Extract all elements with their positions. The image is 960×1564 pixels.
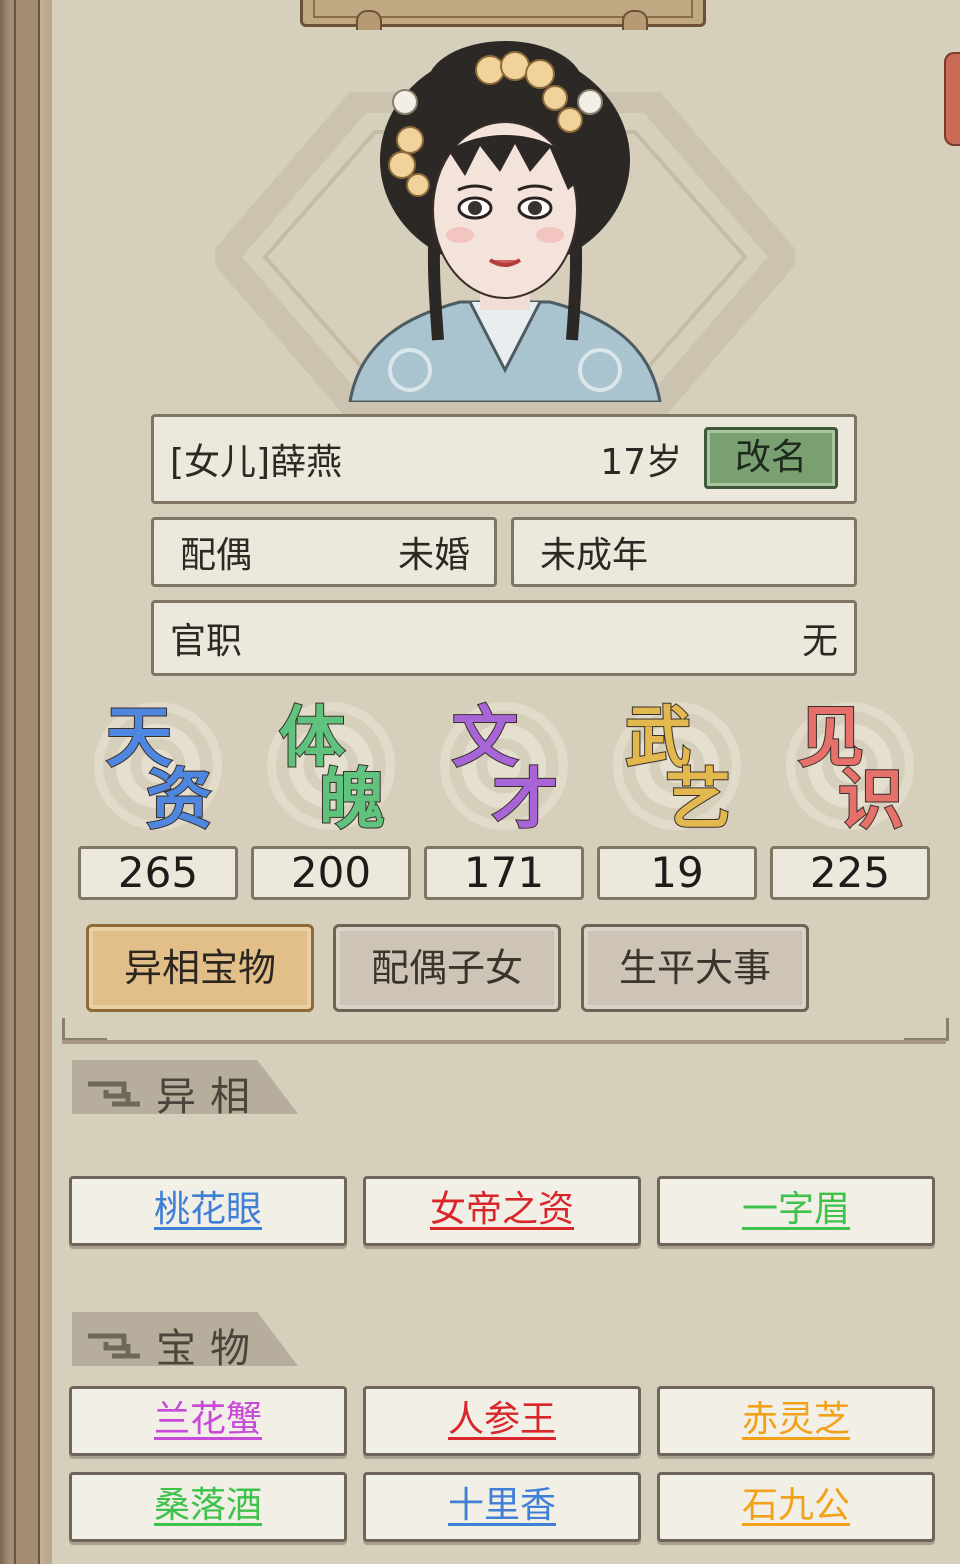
trait-chip[interactable]: 一字眉	[657, 1176, 935, 1246]
stat-physique: 体 魄 200	[251, 700, 411, 900]
stat-value: 200	[251, 846, 411, 900]
left-frame-border	[0, 0, 52, 1564]
spouse-label: 配偶	[180, 535, 253, 576]
divider-corner-right	[904, 1018, 949, 1041]
stat-value: 171	[424, 846, 584, 900]
stat-glyph: 才	[491, 760, 559, 838]
character-name: [女儿]薛燕	[170, 442, 343, 483]
age-status: 未成年	[540, 535, 649, 576]
treasure-chip[interactable]: 兰花蟹	[69, 1386, 347, 1456]
stat-value: 225	[770, 846, 930, 900]
stat-value: 19	[597, 846, 757, 900]
divider-corner-left	[62, 1018, 107, 1041]
stat-value: 265	[78, 846, 238, 900]
office-bar: 官职 无	[151, 600, 857, 676]
fret-pattern-icon	[88, 1333, 140, 1359]
trait-chip[interactable]: 桃花眼	[69, 1176, 347, 1246]
stat-glyph: 识	[837, 760, 905, 838]
treasure-chip[interactable]: 十里香	[363, 1472, 641, 1542]
age-status-bar: 未成年	[511, 517, 857, 587]
stat-literary: 文 才 171	[424, 700, 584, 900]
stat-talent: 天 资 265	[78, 700, 238, 900]
stat-glyph: 资	[145, 760, 213, 838]
character-age: 17岁	[600, 442, 682, 483]
top-knob-left	[356, 10, 382, 30]
tab-life-events[interactable]: 生平大事	[581, 924, 809, 1012]
stat-martial: 武 艺 19	[597, 700, 757, 900]
spouse-bar: 配偶 未婚	[151, 517, 497, 587]
treasure-chip[interactable]: 人参王	[363, 1386, 641, 1456]
fret-pattern-icon	[88, 1081, 140, 1107]
treasure-chip[interactable]: 赤灵芝	[657, 1386, 935, 1456]
tab-traits-treasures[interactable]: 异相宝物	[86, 924, 314, 1012]
stat-glyph: 魄	[318, 760, 386, 838]
trait-chip[interactable]: 女帝之资	[363, 1176, 641, 1246]
office-value: 无	[801, 621, 838, 662]
name-bar: [女儿]薛燕 17岁 改名	[151, 414, 857, 504]
stat-knowledge: 见 识 225	[770, 700, 930, 900]
tab-spouse-children[interactable]: 配偶子女	[333, 924, 561, 1012]
office-label: 官职	[170, 621, 243, 662]
stat-glyph: 艺	[664, 760, 732, 838]
rename-button[interactable]: 改名	[704, 427, 838, 489]
section-divider	[62, 1040, 946, 1044]
treasure-chip[interactable]: 桑落酒	[69, 1472, 347, 1542]
top-knob-right	[622, 10, 648, 30]
spouse-value: 未婚	[397, 535, 470, 576]
treasure-chip[interactable]: 石九公	[657, 1472, 935, 1542]
side-tab-handle[interactable]	[944, 52, 960, 146]
traits-section-title: 异相	[156, 1074, 264, 1120]
character-portrait	[348, 41, 662, 402]
treasures-section-title: 宝物	[156, 1326, 264, 1372]
